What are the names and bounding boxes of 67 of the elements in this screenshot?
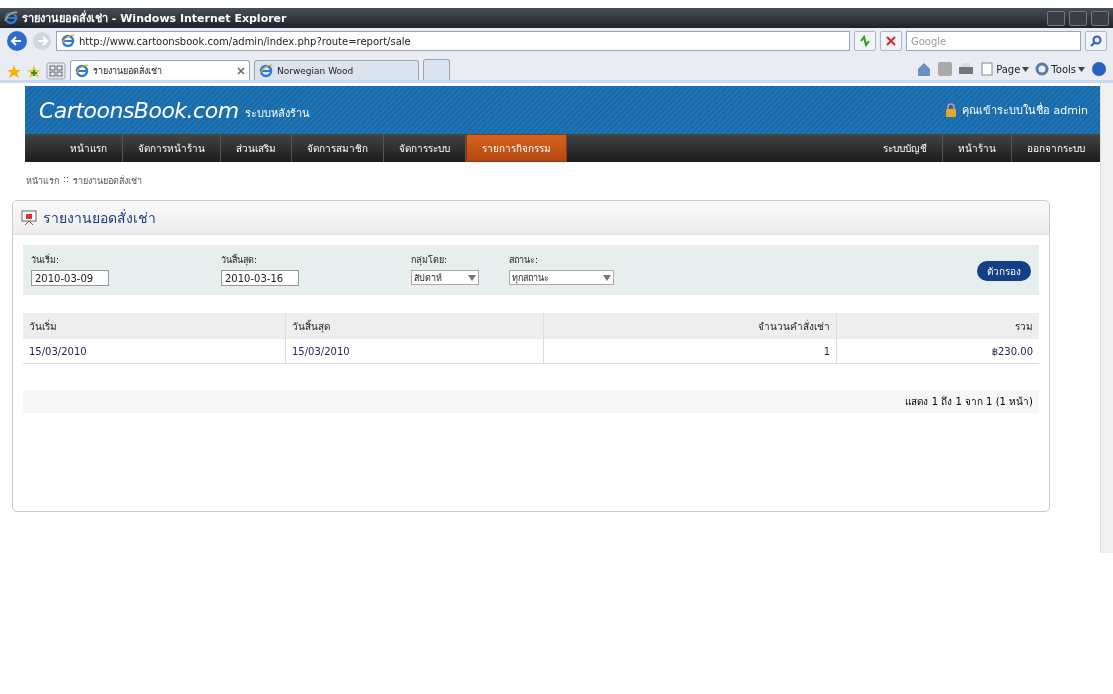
caret-icon (1078, 66, 1085, 72)
search-button[interactable] (1085, 31, 1107, 51)
restore-button[interactable] (1069, 10, 1087, 26)
browser-icon (4, 11, 18, 25)
filter-button[interactable]: ตัวกรอง (977, 261, 1031, 281)
page-menu[interactable]: Page (980, 62, 1030, 76)
refresh-button[interactable] (854, 31, 876, 51)
report-chart-icon (21, 209, 37, 226)
tab-grid-icon[interactable] (46, 62, 66, 80)
minimize-button[interactable] (1047, 10, 1065, 26)
breadcrumb-separator: :: (63, 174, 70, 186)
column-header: รวม (836, 313, 1039, 339)
field-label: สถานะ: (509, 254, 540, 267)
panel-title: รายงานยอดสั่งเช่า (43, 208, 156, 228)
browser-icon (75, 63, 89, 78)
home-icon[interactable] (916, 61, 933, 77)
field-label: กลุ่มโดย: (411, 254, 449, 267)
date-input[interactable]: 2010-03-09 (31, 270, 109, 286)
window-title: รายงานยอดสั่งเช่า - Windows Internet Explorer (22, 9, 288, 27)
padlock-icon (944, 103, 959, 117)
nav-item[interactable]: ออกจากระบบ (1012, 134, 1100, 162)
page-icon (980, 62, 995, 76)
date-input[interactable]: 2010-03-16 (221, 270, 299, 286)
column-header: จำนวนคำสั่งเช่า (543, 313, 837, 339)
browser-tab[interactable]: Norwegian Wood (254, 60, 419, 80)
nav-item[interactable]: ระบบบัญชี (868, 134, 943, 162)
pagination-text: แสดง 1 ถึง 1 จาก 1 (1 หน้า) (905, 396, 1033, 407)
back-icon[interactable] (6, 30, 28, 52)
scrollbar[interactable] (1100, 83, 1113, 553)
new-tab-button[interactable] (423, 59, 450, 80)
search-icon (1090, 35, 1102, 47)
dropdown[interactable]: ทุกสถานะ (509, 270, 614, 285)
close-button[interactable] (1091, 10, 1109, 26)
column-header: วันสิ้นสุด (285, 313, 544, 339)
close-icon[interactable] (237, 66, 245, 75)
breadcrumb-link[interactable]: หน้าแรก (26, 174, 59, 188)
field-label: วันสิ้นสุด: (221, 253, 259, 267)
caret-icon (1022, 66, 1030, 72)
site-subtitle: ระบบหลังร้าน (244, 106, 310, 122)
browser-tab[interactable]: รายงานยอดสั่งเช่า (70, 60, 250, 80)
column-header: วันเริ่ม (23, 313, 286, 339)
nav-item[interactable]: รายการกิจกรรม (466, 134, 567, 162)
refresh-icon (859, 35, 871, 47)
stop-button[interactable] (880, 31, 902, 51)
table-cell: 15/03/2010 (23, 339, 286, 364)
nav-item[interactable]: จัดการสมาชิก (292, 134, 384, 162)
table-cell: ฿230.00 (836, 339, 1039, 364)
table-cell: 15/03/2010 (285, 339, 544, 364)
nav-item[interactable]: หน้าร้าน (943, 134, 1012, 162)
caret-icon (603, 274, 611, 281)
table-cell: 1 (543, 339, 837, 364)
caret-icon (468, 274, 476, 281)
dropdown[interactable]: สัปดาห์ (411, 270, 479, 285)
browser-icon (61, 34, 75, 48)
print-icon[interactable] (958, 62, 975, 76)
nav-item[interactable]: ส่วนเสริม (221, 134, 292, 162)
close-icon (885, 35, 897, 47)
add-favorite-icon[interactable] (26, 64, 42, 80)
nav-item[interactable]: หน้าแรก (55, 134, 123, 162)
nav-item[interactable]: จัดการหน้าร้าน (123, 134, 221, 162)
browser-icon (259, 63, 273, 78)
star-icon[interactable] (6, 64, 22, 80)
tools-menu[interactable]: Tools (1035, 62, 1085, 76)
breadcrumb-link[interactable]: รายงานยอดสั่งเช่า (73, 174, 143, 188)
login-status: คุณเข้าระบบในชื่อ admin (962, 101, 1088, 119)
field-label: วันเริ่ม: (31, 253, 61, 267)
site-logo[interactable]: CartoonsBook.com (39, 97, 239, 123)
